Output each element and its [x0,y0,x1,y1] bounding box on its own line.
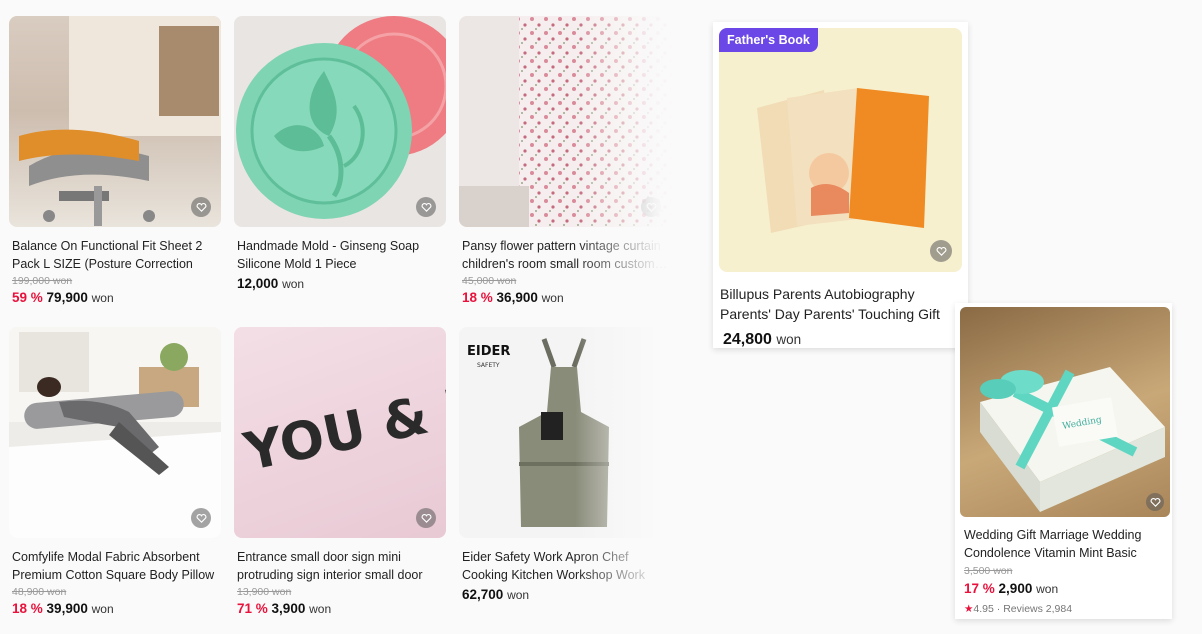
product-image[interactable]: YOU & I [234,327,446,538]
discount-rate: 18 % [12,601,43,616]
review-count: Reviews 2,984 [1003,603,1073,615]
product-title[interactable]: Comfylife Modal Fabric Absorbent Premium… [9,549,221,584]
rating-row: ★4.95 · Reviews 2,984 [964,603,1073,615]
product-image[interactable] [719,28,962,272]
heart-icon[interactable] [930,240,952,262]
discount-rate: 17 % [964,581,995,596]
discount-rate: 59 % [12,290,43,305]
price-row: 59 % 79,900 won [9,290,221,305]
currency-label: won [282,277,305,291]
sale-price: 36,900 [496,290,538,305]
currency-label: won [91,291,114,305]
price-row: 24,800 won [723,331,801,349]
currency-label: won [309,602,332,616]
product-card[interactable]: Handmade Mold - Ginseng Soap Silicone Mo… [234,16,446,291]
product-image[interactable] [234,16,446,227]
original-price: 3,500 won [964,565,1013,577]
price-row: 18 % 39,900 won [9,601,221,616]
sale-price: 24,800 [723,331,772,348]
product-image[interactable] [9,327,221,538]
product-title[interactable]: Balance On Functional Fit Sheet 2 Pack L… [9,238,221,273]
price-row: 12,000 won [234,276,446,291]
original-price: 13,900 won [237,586,292,598]
original-price: 199,000 won [12,275,73,287]
rating-value: 4.95 [973,603,994,615]
original-price: 48,900 won [12,586,67,598]
sale-price: 79,900 [46,290,88,305]
eider-safety-text: SAFETY [477,362,500,369]
currency-label: won [507,588,530,602]
featured-product-card[interactable]: Father's Book Billupus Parents Autobiogr… [713,22,968,348]
featured-product-card[interactable]: Wedding Wedding Gift Marriage Wedding Co… [955,303,1172,619]
sale-price: 3,900 [271,601,306,616]
currency-label: won [541,291,564,305]
promo-badge: Father's Book [719,28,818,52]
eider-logo-text: EIDER [467,344,510,359]
product-card[interactable]: Comfylife Modal Fabric Absorbent Premium… [9,327,221,616]
heart-icon[interactable] [191,197,211,217]
currency-label: won [776,332,802,347]
product-image[interactable]: Wedding [960,307,1170,517]
heart-icon[interactable] [1146,493,1164,511]
product-image[interactable] [9,16,221,227]
sale-price: 39,900 [46,601,88,616]
you-and-i-sign-text: YOU & I [238,378,446,483]
sale-price: 62,700 [462,587,504,602]
heart-icon[interactable] [416,508,436,528]
scroll-fade-overlay [575,0,685,634]
discount-rate: 18 % [462,290,493,305]
product-title[interactable]: Billupus Parents Autobiography Parents' … [720,285,960,325]
heart-icon[interactable] [416,197,436,217]
product-title[interactable]: Entrance small door sign mini protruding… [234,549,446,584]
star-icon: ★ [964,603,974,615]
sale-price: 2,900 [998,581,1033,596]
price-row: 17 % 2,900 won [964,581,1058,596]
product-card[interactable]: YOU & I Entrance small door sign mini pr… [234,327,446,616]
currency-label: won [1036,582,1059,596]
discount-rate: 71 % [237,601,268,616]
price-row: 71 % 3,900 won [234,601,446,616]
sale-price: 12,000 [237,276,279,291]
product-title[interactable]: Handmade Mold - Ginseng Soap Silicone Mo… [234,238,446,273]
currency-label: won [91,602,114,616]
product-title[interactable]: Wedding Gift Marriage Wedding Condolence… [964,527,1169,562]
product-card[interactable]: Balance On Functional Fit Sheet 2 Pack L… [9,16,221,305]
heart-icon[interactable] [191,508,211,528]
